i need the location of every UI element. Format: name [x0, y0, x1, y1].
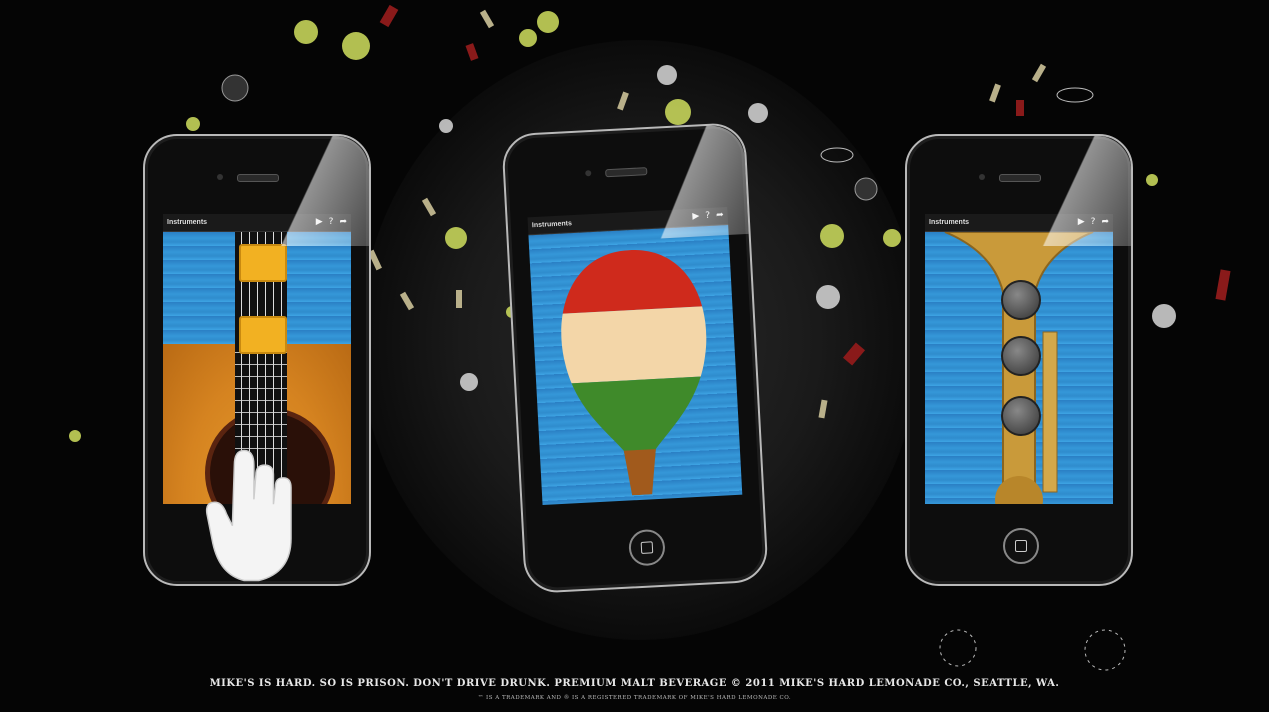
fret [235, 388, 287, 389]
front-camera [979, 174, 985, 180]
trumpet-valve-1[interactable] [1001, 280, 1041, 320]
legal-disclaimer: MIKE'S IS HARD. SO IS PRISON. DON'T DRIV… [209, 678, 1060, 689]
phone-maraca: Instruments ▶ ? ➦ [501, 121, 769, 595]
home-button[interactable] [1003, 528, 1039, 564]
trumpet-valve-2[interactable] [1001, 336, 1041, 376]
maraca-icon [556, 246, 715, 499]
fret [235, 436, 287, 437]
trumpet-screen[interactable] [925, 232, 1113, 504]
phone-trumpet: Instruments ▶ ? ➦ [905, 134, 1133, 586]
chord-pad[interactable] [239, 244, 287, 282]
front-camera [585, 170, 592, 177]
guitar-screen[interactable] [163, 232, 351, 504]
fret [235, 448, 287, 449]
home-button[interactable] [628, 528, 666, 567]
fret [235, 376, 287, 377]
maraca-screen[interactable] [528, 224, 743, 506]
fret [235, 400, 287, 401]
screen-glare [1021, 136, 1131, 246]
app-title[interactable]: Instruments [532, 220, 572, 229]
front-camera [217, 174, 223, 180]
app-title[interactable]: Instruments [167, 219, 207, 226]
chord-pad[interactable] [239, 316, 287, 354]
screen-glare [259, 136, 369, 246]
trumpet-valve-3[interactable] [1001, 396, 1041, 436]
app-title[interactable]: Instruments [929, 219, 969, 226]
fret [235, 412, 287, 413]
trademark-notice: ™ IS A TRADEMARK AND ® IS A REGISTERED T… [477, 695, 792, 701]
phone-guitar: Instruments ▶ ? ➦ [143, 134, 371, 586]
fret [235, 424, 287, 425]
screen-glare [633, 124, 749, 240]
home-button[interactable] [241, 528, 277, 564]
fret [235, 364, 287, 365]
